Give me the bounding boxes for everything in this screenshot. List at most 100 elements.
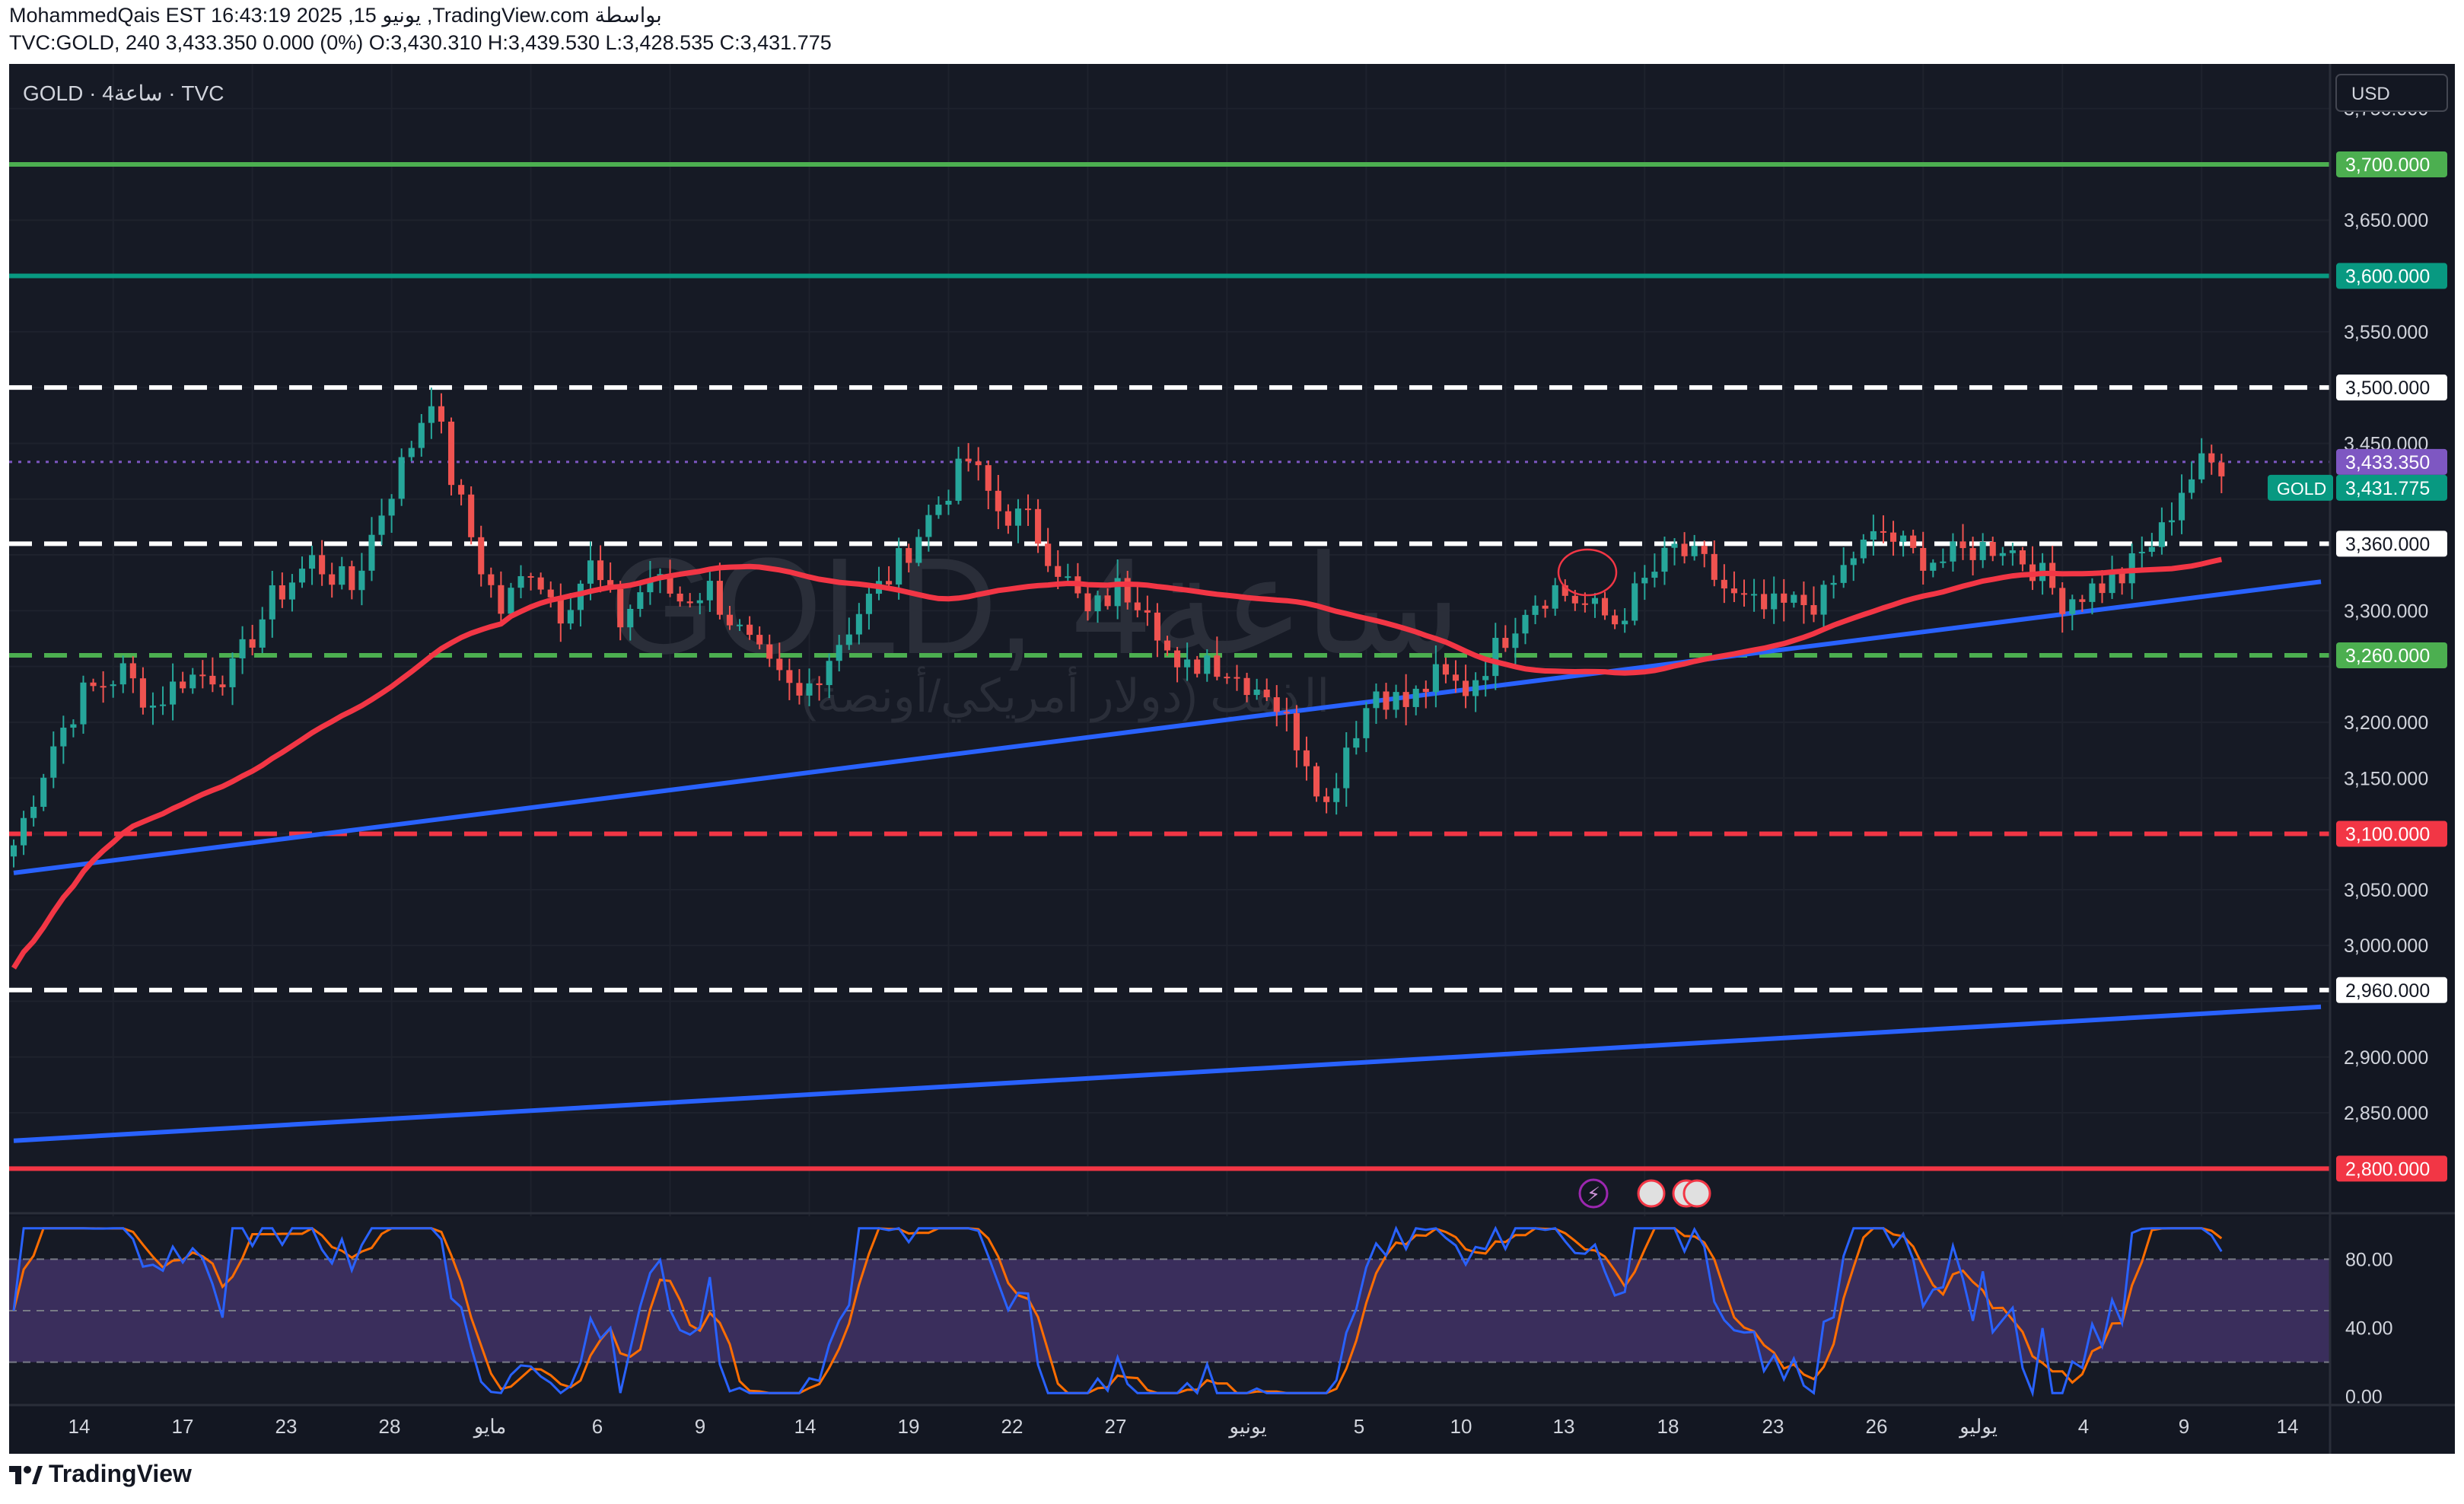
candle-body <box>2148 546 2155 552</box>
candle-body <box>1910 535 1917 548</box>
candle-body <box>1820 585 1827 615</box>
price-tick-label: 3,050.000 <box>2344 880 2428 901</box>
candle-body <box>1263 690 1270 698</box>
candle-body <box>1622 620 1628 625</box>
candle-body <box>925 515 932 537</box>
candle-body <box>239 639 246 658</box>
candle-body <box>756 635 763 645</box>
candle-body <box>915 537 922 563</box>
candle-body <box>1880 531 1887 533</box>
candle-body <box>955 458 962 501</box>
candle-body <box>2189 479 2195 493</box>
currency-label: USD <box>2351 84 2390 104</box>
candle-body <box>1999 553 2006 556</box>
candle-body <box>1522 614 1529 634</box>
candle-body <box>845 634 852 645</box>
time-tick-label: 9 <box>2179 1415 2189 1438</box>
candle-body <box>378 515 385 535</box>
candle-body <box>806 683 813 696</box>
candle-body <box>90 682 97 687</box>
candle-body <box>696 600 703 604</box>
candle-body <box>288 582 295 600</box>
time-tick-label: 18 <box>1657 1415 1679 1438</box>
price-chart[interactable]: GOLD, 4ساعة الذهب (دولار أمريكي/أونصة) ⚡… <box>0 0 2464 1504</box>
candle-body <box>2208 453 2215 463</box>
candle-body <box>855 613 862 635</box>
candle-body <box>1740 593 1748 595</box>
candle-body <box>388 499 395 516</box>
candle-body <box>1632 583 1638 621</box>
candle-body <box>1542 605 1549 609</box>
candle-body <box>597 560 604 581</box>
candle-body <box>2019 550 2026 565</box>
price-tick-label: 3,650.000 <box>2344 210 2428 231</box>
candle-body <box>368 534 375 571</box>
time-tick-label: 28 <box>379 1415 401 1438</box>
time-tick-label: 6 <box>592 1415 603 1438</box>
candle-body <box>896 548 903 585</box>
candle-body <box>428 406 435 423</box>
candle-body <box>716 581 723 615</box>
us-flag-event-icon[interactable] <box>1637 1179 1666 1208</box>
candle-body <box>1104 595 1111 607</box>
candle-body <box>329 574 336 585</box>
candle-body <box>1004 511 1011 526</box>
price-tick-label: 3,300.000 <box>2344 601 2428 622</box>
candle-body <box>1711 553 1717 580</box>
candle-body <box>1224 677 1230 679</box>
candle-body <box>547 589 554 597</box>
candle-body <box>1363 708 1370 738</box>
event-icons[interactable]: ⚡ <box>1578 1178 1711 1209</box>
candle-body <box>1303 750 1310 766</box>
candle-body <box>627 608 634 628</box>
candle-body <box>796 683 803 696</box>
candle-body <box>1870 531 1877 540</box>
candle-body <box>70 724 77 728</box>
candle-body <box>1422 688 1429 693</box>
candle-body <box>1721 579 1727 589</box>
candle-body <box>2069 599 2076 614</box>
candle-body <box>1134 602 1141 610</box>
us-flag-event-icon-3[interactable] <box>1682 1179 1711 1208</box>
candle-body <box>1641 578 1648 584</box>
candle-body <box>985 465 992 491</box>
candle-body <box>2059 588 2066 614</box>
candle-body <box>398 457 405 499</box>
candle-body <box>478 537 485 575</box>
candle-body <box>1343 747 1350 789</box>
candle-body <box>2119 573 2125 584</box>
candle-body <box>567 610 574 624</box>
candle-body <box>1552 585 1558 609</box>
candle-body <box>219 684 226 687</box>
time-tick-label: 23 <box>275 1415 298 1438</box>
time-tick-label: 19 <box>898 1415 920 1438</box>
price-tick-label: 3,000.000 <box>2344 935 2428 957</box>
candle-body <box>1253 690 1260 696</box>
candle-body <box>40 777 47 808</box>
time-tick-label: مايو <box>473 1415 507 1439</box>
candle-body <box>60 728 67 747</box>
candle-body <box>488 574 495 585</box>
level-price-tag: 3,100.000 <box>2345 824 2430 846</box>
candle-body <box>1243 677 1250 696</box>
candle-body <box>447 421 455 486</box>
symbol-tag: GOLD <box>2277 479 2326 499</box>
flash-glyph-icon: ⚡ <box>1587 1184 1600 1206</box>
time-tick-label: 27 <box>1105 1415 1127 1438</box>
candle-body <box>358 570 365 591</box>
candle-body <box>1144 610 1151 613</box>
time-tick-label: 23 <box>1762 1415 1784 1438</box>
candle-body <box>1612 615 1619 625</box>
time-tick-label: 10 <box>1450 1415 1472 1438</box>
candle-body <box>1472 680 1479 696</box>
candle-body <box>2158 522 2165 547</box>
candle-body <box>886 581 893 585</box>
candle-body <box>676 593 683 602</box>
candle-body <box>1273 697 1280 712</box>
candle-body <box>249 639 256 648</box>
candle-body <box>1234 677 1240 679</box>
candle-body <box>1014 508 1022 526</box>
candle-body <box>1930 562 1937 571</box>
candle-body <box>319 555 326 575</box>
candle-body <box>279 585 285 600</box>
